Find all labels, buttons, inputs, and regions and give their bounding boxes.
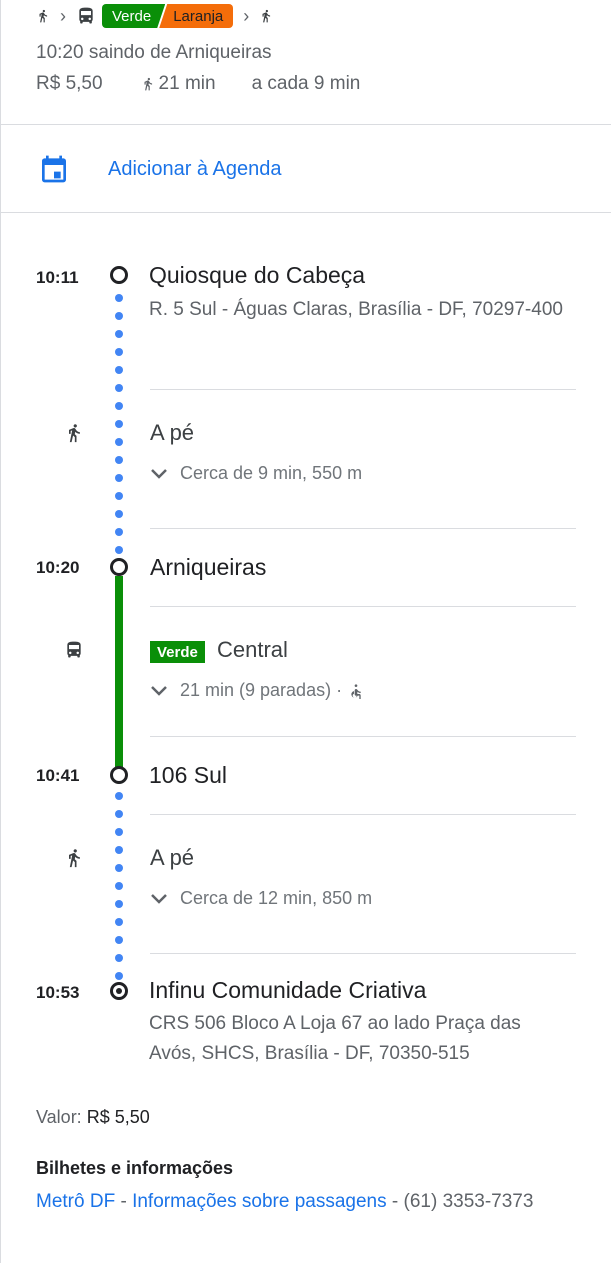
trip-meta: R$ 5,50 21 min a cada 9 min	[36, 73, 360, 95]
separator: -	[386, 1191, 404, 1212]
bus-icon	[67, 641, 81, 658]
chevron-down-icon	[151, 685, 167, 696]
departure-text: 10:20 saindo de Arniqueiras	[36, 42, 272, 63]
walk-icon	[69, 424, 80, 443]
row-divider	[150, 389, 576, 390]
calendar-icon[interactable]	[38, 152, 70, 186]
line-chip-verde: Verde	[102, 4, 165, 28]
walk-icon	[262, 9, 271, 23]
segment-title: A pé	[150, 845, 195, 870]
tickets-info-title: Bilhetes e informações	[36, 1158, 234, 1178]
segment-details-toggle[interactable]: Cerca de 9 min, 550 m	[150, 463, 362, 484]
stop-time: 10:11	[36, 268, 79, 287]
separator: -	[115, 1191, 133, 1212]
fare-value: R$ 5,50	[86, 1107, 150, 1127]
line-badge-verde: Verde	[150, 641, 205, 663]
row-divider	[150, 736, 576, 737]
stop-time: 10:20	[36, 558, 80, 577]
row-divider	[150, 814, 576, 815]
destination-node	[110, 982, 128, 1000]
stop-node	[110, 766, 128, 784]
walk-icon	[69, 849, 80, 868]
tickets-info-links: Metrô DF - Informações sobre passagens -…	[36, 1191, 533, 1213]
segment-detail: Cerca de 12 min, 850 m	[180, 888, 373, 908]
fare-info-link[interactable]: Informações sobre passagens	[132, 1191, 387, 1212]
stop-node	[110, 266, 128, 284]
metro-df-link[interactable]: Metrô DF	[36, 1191, 115, 1212]
fare-text: R$ 5,50	[36, 73, 103, 94]
stop-name[interactable]: Infinu Comunidade Criativa	[149, 977, 426, 1004]
segment-detail: 21 min (9 paradas) ·	[180, 680, 343, 700]
add-to-calendar-link[interactable]: Adicionar à Agenda	[108, 158, 281, 181]
fare-label: Valor:	[36, 1107, 82, 1127]
stop-name[interactable]: Quiosque do Cabeça	[149, 262, 365, 289]
segment-title: A pé	[150, 420, 195, 445]
accessible-icon	[351, 683, 361, 699]
segment-details-toggle[interactable]: 21 min (9 paradas) ·	[150, 680, 364, 701]
transit-line-verde	[115, 576, 123, 768]
bus-icon	[79, 7, 93, 24]
stop-node	[110, 558, 128, 576]
line-chip-laranja: Laranja	[159, 4, 234, 28]
chevron-down-icon	[151, 468, 167, 479]
chevron-right-icon: ›	[243, 5, 250, 26]
stop-time: 10:53	[36, 983, 80, 1002]
row-divider	[150, 953, 576, 954]
stop-time: 10:41	[36, 766, 80, 785]
panel-edge	[0, 0, 1, 1263]
walk-icon	[144, 77, 152, 91]
line-destination: Central	[217, 637, 288, 662]
row-divider	[150, 528, 576, 529]
chevron-right-icon: ›	[60, 5, 66, 26]
stop-name[interactable]: 106 Sul	[149, 762, 227, 789]
walk-icon	[39, 9, 48, 23]
segment-details-toggle[interactable]: Cerca de 12 min, 850 m	[150, 888, 372, 909]
segment-detail: Cerca de 9 min, 550 m	[180, 463, 363, 483]
chevron-down-icon	[151, 893, 167, 904]
fare-line: Valor: R$ 5,50	[36, 1107, 150, 1128]
divider	[0, 124, 611, 125]
stop-name[interactable]: Arniqueiras	[150, 554, 266, 581]
phone-number: (61) 3353-7373	[403, 1191, 534, 1212]
stop-address: CRS 506 Bloco A Loja 67 ao lado Praça da…	[149, 1013, 521, 1064]
stop-address: R. 5 Sul - Águas Claras, Brasília - DF, …	[149, 299, 563, 320]
walk-duration: 21 min	[158, 73, 216, 94]
row-divider	[150, 606, 576, 607]
route-chips: › Verde Laranja ›	[36, 2, 273, 30]
divider	[0, 212, 611, 213]
frequency-text: a cada 9 min	[251, 73, 361, 94]
